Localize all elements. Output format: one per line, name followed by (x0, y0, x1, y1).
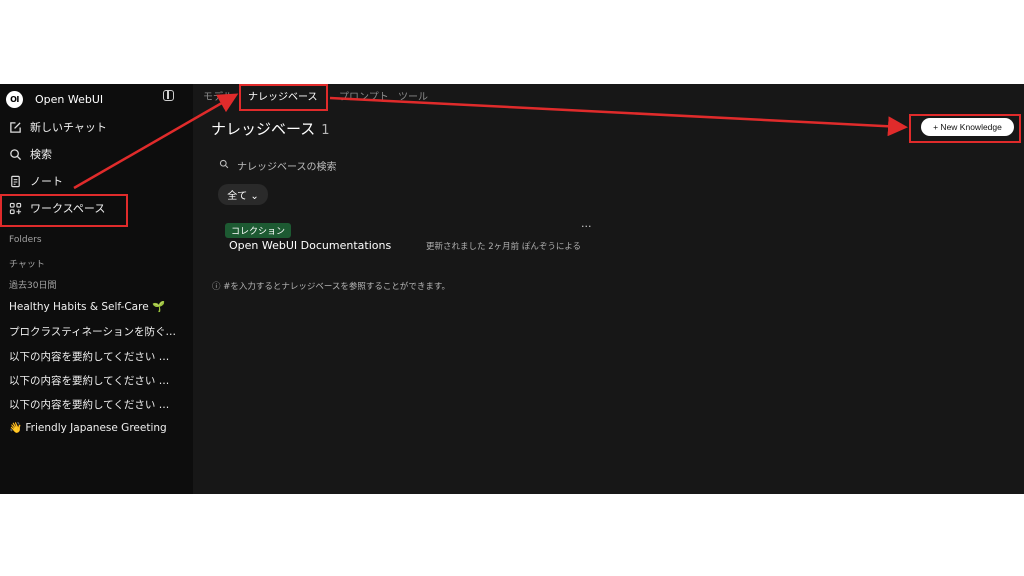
annotation-arrows (73, 93, 908, 190)
arrow-knowledge-to-new-button (329, 96, 908, 137)
arrow-workspace-to-knowledge (73, 93, 239, 190)
